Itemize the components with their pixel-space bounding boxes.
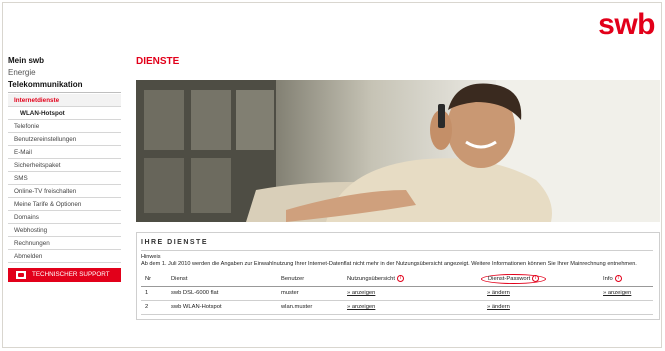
col-info: Info i xyxy=(599,272,653,287)
col-dienst-passwort-label: Dienst-Passwort xyxy=(488,276,531,283)
sidebar-item-domains[interactable]: Domains xyxy=(8,211,121,224)
col-dienst: Dienst xyxy=(167,272,277,287)
sidebar-divider xyxy=(8,92,121,93)
sidebar-item-email[interactable]: E-Mail xyxy=(8,146,121,159)
sidebar-header-energie[interactable]: Energie xyxy=(8,67,121,79)
sidebar-item-sicherheitspaket[interactable]: Sicherheitspaket xyxy=(8,159,121,172)
nutzung-anzeigen-link[interactable]: » anzeigen xyxy=(347,290,375,296)
swb-logo[interactable]: swb xyxy=(598,8,655,42)
info-icon[interactable]: i xyxy=(532,275,540,283)
dienst-passwort-highlight: Dienst-Passwort i xyxy=(481,274,547,285)
info-anzeigen-link[interactable]: » anzeigen xyxy=(603,290,631,296)
sidebar-item-wlan-hotspot[interactable]: WLAN-Hotspot xyxy=(8,107,121,120)
col-info-label: Info xyxy=(603,276,613,283)
sidebar-item-sms[interactable]: SMS xyxy=(8,172,121,185)
page-title: DIENSTE xyxy=(136,56,180,67)
services-table: Nr Dienst Benutzer Nutzungsübersicht i Di… xyxy=(141,272,653,315)
sidebar-item-abmelden[interactable]: Abmelden xyxy=(8,250,121,263)
nutzung-anzeigen-link[interactable]: » anzeigen xyxy=(347,304,375,310)
sidebar-header-telekommunikation[interactable]: Telekommunikation xyxy=(8,79,121,91)
sidebar-nav: Mein swb Energie Telekommunikation Inter… xyxy=(8,55,121,282)
cell-nr: 1 xyxy=(141,286,167,301)
sidebar-header-mein-swb[interactable]: Mein swb xyxy=(8,55,121,67)
cell-nr: 2 xyxy=(141,300,167,315)
cell-dienst: swb DSL-6000 flat xyxy=(167,286,277,301)
sidebar-item-telefonie[interactable]: Telefonie xyxy=(8,120,121,133)
technical-support-button[interactable]: TECHNISCHER SUPPORT xyxy=(8,268,121,282)
table-row: 1 swb DSL-6000 flat muster » anzeigen » … xyxy=(141,286,653,301)
services-title: IHRE DIENSTE xyxy=(141,236,653,251)
passwort-aendern-link[interactable]: » ändern xyxy=(487,290,510,296)
info-icon[interactable]: i xyxy=(614,275,622,283)
banner-photo-illustration xyxy=(136,80,660,222)
sidebar-item-benutzereinstellungen[interactable]: Benutzereinstellungen xyxy=(8,133,121,146)
table-header-row: Nr Dienst Benutzer Nutzungsübersicht i Di… xyxy=(141,272,653,287)
services-panel: IHRE DIENSTE Hinweis Ab dem 1. Juli 2010… xyxy=(136,232,660,320)
sidebar-item-online-tv[interactable]: Online-TV freischalten xyxy=(8,185,121,198)
col-nutzungsuebersicht-label: Nutzungsübersicht xyxy=(347,276,396,283)
sidebar-item-tarife[interactable]: Meine Tarife & Optionen xyxy=(8,198,121,211)
banner-image xyxy=(136,80,660,222)
sidebar-item-rechnungen[interactable]: Rechnungen xyxy=(8,237,121,250)
col-benutzer: Benutzer xyxy=(277,272,343,287)
cell-benutzer: muster xyxy=(277,286,343,301)
sidebar-item-internetdienste[interactable]: Internetdienste xyxy=(8,94,121,107)
phone-icon xyxy=(16,271,26,279)
col-nutzungsuebersicht: Nutzungsübersicht i xyxy=(343,272,483,287)
cell-dienst: swb WLAN-Hotspot xyxy=(167,300,277,315)
sidebar-item-webhosting[interactable]: Webhosting xyxy=(8,224,121,237)
hint-text: Ab dem 1. Juli 2010 werden die Angaben z… xyxy=(141,261,637,267)
col-dienst-passwort: Dienst-Passwort i xyxy=(481,272,599,287)
cell-benutzer: wlan.muster xyxy=(277,300,343,315)
technical-support-label: TECHNISCHER SUPPORT xyxy=(32,271,110,278)
col-nr: Nr xyxy=(141,272,167,287)
info-icon[interactable]: i xyxy=(397,275,405,283)
main-content: IHRE DIENSTE Hinweis Ab dem 1. Juli 2010… xyxy=(136,80,660,320)
passwort-aendern-link[interactable]: » ändern xyxy=(487,304,510,310)
table-row: 2 swb WLAN-Hotspot wlan.muster » anzeige… xyxy=(141,300,653,315)
